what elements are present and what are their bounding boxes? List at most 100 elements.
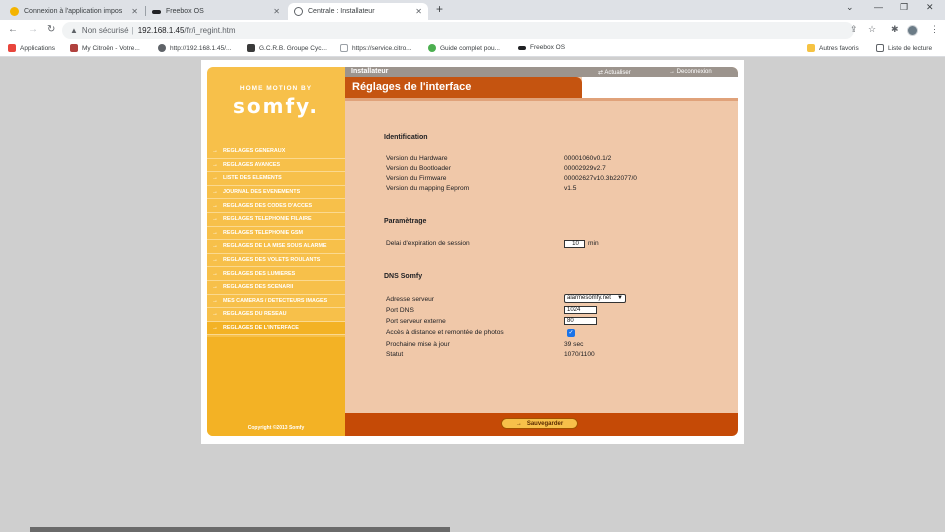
sidebar-item-label: JOURNAL DES EVENEMENTS <box>223 189 301 196</box>
freebox-icon <box>518 45 526 50</box>
share-icon[interactable]: ⇪ <box>850 24 858 35</box>
arrow-right-icon: → <box>212 161 218 168</box>
sidebar-item-label: REGLAGES DES SCENARII <box>223 284 294 291</box>
bookmark-citroen[interactable]: My Citroën - Votre... <box>70 44 140 52</box>
bookmark-service-citroen[interactable]: https://service.citro... <box>340 44 412 52</box>
brand-tagline: HOME MOTION BY <box>239 85 313 92</box>
remote-access-checkbox[interactable]: ✓ <box>567 329 575 337</box>
citroen-icon <box>70 44 78 52</box>
back-icon[interactable]: ← <box>8 24 18 35</box>
session-timeout-label: Delai d'expiration de session <box>386 240 470 247</box>
save-label: Sauvegarder <box>526 420 564 427</box>
arrow-right-icon: → <box>212 175 218 182</box>
arrow-right-icon: → <box>212 297 218 304</box>
logout-label: Deconnexion <box>676 68 712 75</box>
browser-toolbar: ← → ↻ ▲ Non sécurisé | 192.168.1.45 /fr/… <box>0 20 945 41</box>
gcrb-icon <box>247 44 255 52</box>
next-update-value: 39 sec <box>564 341 584 348</box>
dns-port-label: Port DNS <box>386 307 414 314</box>
sidebar-item-reglages-generaux[interactable]: → REGLAGES GENERAUX <box>207 145 345 159</box>
server-address-value: alarmesomfy.net <box>567 295 611 301</box>
arrow-right-icon: → <box>212 148 218 155</box>
close-tab-icon[interactable]: ✕ <box>273 7 280 16</box>
session-timeout-input[interactable]: 10 <box>564 240 585 248</box>
bookmark-guide[interactable]: Guide complet pou... <box>428 44 500 52</box>
bookmark-applications[interactable]: Applications <box>8 44 55 52</box>
close-window-icon[interactable]: ✕ <box>926 2 934 13</box>
menu-icon[interactable]: ⋮ <box>930 24 939 35</box>
bookmarks-bar: Applications My Citroën - Votre... http:… <box>0 41 945 57</box>
restore-icon[interactable]: ❐ <box>900 2 908 13</box>
new-tab-icon[interactable]: + <box>436 2 443 16</box>
remote-access-label: Accès à distance et remontée de photos <box>386 329 504 336</box>
sidebar-item-label: REGLAGES TELEPHONIE FILAIRE <box>223 216 312 223</box>
firmware-value: 00002627v10.3b22077/0 <box>564 175 637 182</box>
profile-avatar[interactable] <box>907 25 918 36</box>
session-timeout-unit: min <box>588 240 599 247</box>
globe-icon <box>158 44 166 52</box>
bookmark-local-ip[interactable]: http://192.168.1.45/... <box>158 44 231 52</box>
refresh-link[interactable]: ⇄ Actualiser <box>598 69 631 76</box>
sidebar-item-journal-evenements[interactable]: → JOURNAL DES EVENEMENTS <box>207 185 345 200</box>
tab-search-icon[interactable]: ⌄ <box>846 2 854 13</box>
sidebar-item-telephonie-gsm[interactable]: → REGLAGES TELEPHONIE GSM <box>207 226 345 241</box>
bookmark-label: http://192.168.1.45/... <box>170 44 232 52</box>
tab-freebox[interactable]: Freebox OS ✕ <box>146 3 286 20</box>
bookmark-freebox[interactable]: Freebox OS <box>518 44 565 51</box>
somfy-logo: somfy. <box>233 94 319 118</box>
section-label: Installateur <box>351 68 389 75</box>
arrow-right-icon: → <box>212 311 218 318</box>
reload-icon[interactable]: ↻ <box>47 24 55 35</box>
arrow-right-icon: → <box>212 257 218 264</box>
close-tab-icon[interactable]: ✕ <box>415 7 422 16</box>
bookmark-gcrb[interactable]: G.C.R.B. Groupe Cyc... <box>247 44 327 52</box>
sidebar-item-lumieres[interactable]: → REGLAGES DES LUMIERES <box>207 267 345 281</box>
sidebar-item-label: REGLAGES GENERAUX <box>223 148 286 155</box>
bookmark-label: Applications <box>20 44 56 52</box>
parametrage-heading: Paramètrage <box>384 218 427 225</box>
sidebar-menu: → REGLAGES GENERAUX → REGLAGES AVANCES → LI… <box>207 145 345 336</box>
star-icon[interactable]: ☆ <box>868 24 876 35</box>
eeprom-value: v1.5 <box>564 185 577 192</box>
sidebar-item-volets-roulants[interactable]: → REGLAGES DES VOLETS ROULANTS <box>207 253 345 268</box>
external-port-input[interactable]: 80 <box>564 317 597 325</box>
hardware-value: 00001060v0.1/2 <box>564 155 612 162</box>
address-bar[interactable]: ▲ Non sécurisé | 192.168.1.45 /fr/i_regi… <box>62 22 854 39</box>
minimize-icon[interactable]: — <box>874 2 883 12</box>
security-label: Non sécurisé <box>81 26 129 35</box>
title-bar-spacer <box>582 77 738 98</box>
firmware-label: Version du Firmware <box>386 175 447 182</box>
top-bar: Installateur ⇄ Actualiser → Deconnexion <box>345 67 738 77</box>
tab-centrale[interactable]: Centrale : Installateur ✕ <box>288 3 428 20</box>
forward-icon[interactable]: → <box>28 24 38 35</box>
arrow-right-icon: → <box>212 270 218 277</box>
close-tab-icon[interactable]: ✕ <box>131 7 138 16</box>
globe-favicon-icon <box>294 7 303 16</box>
bootloader-label: Version du Bootloader <box>386 165 451 172</box>
footer-bar: → Sauvegarder <box>345 413 738 436</box>
bookmark-other-favorites[interactable]: Autres favoris <box>807 44 859 52</box>
sidebar-item-scenarii[interactable]: → REGLAGES DES SCENARII <box>207 280 345 295</box>
tab-connexion[interactable]: Connexion à l'application impos ✕ <box>4 3 144 20</box>
sidebar-item-telephonie-filaire[interactable]: → REGLAGES TELEPHONIE FILAIRE <box>207 212 345 227</box>
save-button[interactable]: → Sauvegarder <box>501 418 578 429</box>
sidebar-item-cameras[interactable]: → MES CAMERAS / DETECTEURS IMAGES <box>207 294 345 309</box>
bookmark-label: My Citroën - Votre... <box>82 44 140 52</box>
bookmark-reading-list[interactable]: Liste de lecture <box>876 44 932 52</box>
sidebar-item-liste-elements[interactable]: → LISTE DES ELEMENTS <box>207 172 345 186</box>
sidebar-item-mise-sous-alarme[interactable]: → REGLAGES DE LA MISE SOUS ALARME <box>207 240 345 254</box>
horizontal-scrollbar[interactable] <box>30 527 450 532</box>
sidebar-item-interface[interactable]: → REGLAGES DE L'INTERFACE <box>207 321 345 336</box>
sidebar-item-reglages-avances[interactable]: → REGLAGES AVANCES <box>207 158 345 173</box>
server-address-select[interactable]: alarmesomfy.net ▼ <box>564 294 626 303</box>
sidebar-item-reseau[interactable]: → REGLAGES DU RESEAU <box>207 308 345 322</box>
status-value: 1070/1100 <box>564 351 595 358</box>
extensions-icon[interactable]: ✱ <box>891 24 899 35</box>
arrow-right-icon: → <box>515 420 522 427</box>
sidebar: HOME MOTION BY somfy. → REGLAGES GENERAUX… <box>207 67 345 436</box>
sidebar-item-codes-acces[interactable]: → REGLAGES DES CODES D'ACCES <box>207 199 345 213</box>
logout-link[interactable]: → Deconnexion <box>669 69 712 75</box>
url-path: /fr/i_regint.htm <box>184 26 236 35</box>
sidebar-item-label: REGLAGES TELEPHONIE GSM <box>223 229 303 236</box>
dns-port-input[interactable]: 1024 <box>564 306 597 314</box>
